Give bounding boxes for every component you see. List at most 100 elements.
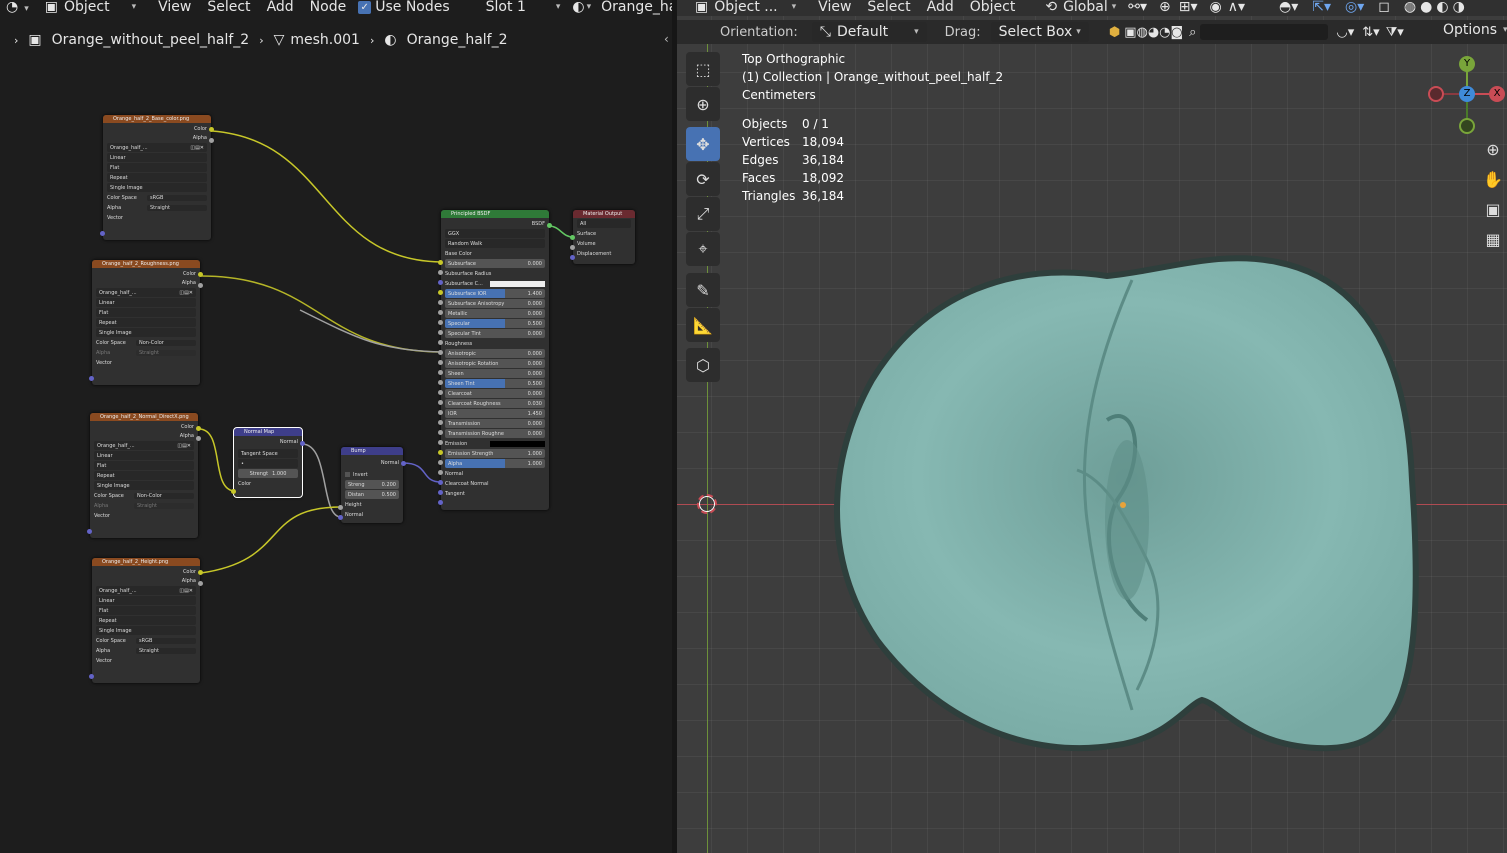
socket-color-in[interactable]	[231, 489, 236, 494]
bsdf-input-row[interactable]: Clearcoat Roughness 0.030	[445, 399, 545, 408]
transform-tool[interactable]: ⌖	[686, 232, 720, 266]
move-tool[interactable]: ✥	[686, 127, 720, 161]
source-select[interactable]: Single Image	[96, 626, 196, 635]
target-select[interactable]: All	[577, 219, 631, 228]
socket-displacement[interactable]	[570, 255, 575, 260]
interpolation-select[interactable]: Linear	[94, 451, 194, 460]
zoom-button[interactable]: ⊕	[1480, 136, 1506, 162]
projection-select[interactable]: Flat	[107, 163, 207, 172]
alpha-mode-select[interactable]: Straight	[147, 204, 207, 211]
bsdf-input-socket[interactable]	[438, 270, 443, 275]
bsdf-input-socket[interactable]	[438, 410, 443, 415]
extension-select[interactable]: Repeat	[96, 616, 196, 625]
node-material-output[interactable]: Material Output All Surface Volume Displ…	[570, 210, 635, 264]
gizmo-neg-x[interactable]	[1428, 86, 1444, 102]
bsdf-input-row[interactable]: Alpha 1.000	[445, 459, 545, 468]
bsdf-input-row[interactable]: Clearcoat 0.000	[445, 389, 545, 398]
projection-select[interactable]: Flat	[96, 606, 196, 615]
cursor-tool[interactable]: ⊕	[686, 87, 720, 121]
socket-vector[interactable]	[89, 376, 94, 381]
bsdf-input-row[interactable]: Metallic 0.000	[445, 309, 545, 318]
image-selector[interactable]: Orange_half_... ◫▤✕	[96, 288, 196, 297]
socket-normal-out[interactable]	[300, 441, 305, 446]
bsdf-input-socket[interactable]	[438, 440, 443, 445]
bsdf-input-row[interactable]: Emission Strength 1.000	[445, 449, 545, 458]
bsdf-input-socket[interactable]	[438, 400, 443, 405]
bsdf-input-socket[interactable]	[438, 260, 443, 265]
bsdf-input-socket[interactable]	[438, 310, 443, 315]
extension-select[interactable]: Repeat	[94, 471, 194, 480]
color-swatch[interactable]	[490, 440, 545, 447]
bsdf-input-socket[interactable]	[438, 420, 443, 425]
socket-volume[interactable]	[570, 245, 575, 250]
strength-field[interactable]: Strengt 1.000	[238, 469, 298, 478]
bsdf-input-row[interactable]: Subsurface 0.000	[445, 259, 545, 268]
add-cube-tool[interactable]: ⬡	[686, 348, 720, 382]
socket-bsdf-out[interactable]	[547, 223, 552, 228]
distribution-select[interactable]: GGX	[445, 229, 545, 238]
source-select[interactable]: Single Image	[107, 183, 207, 192]
bsdf-input-row[interactable]: Anisotropic 0.000	[445, 349, 545, 358]
socket-vector[interactable]	[87, 529, 92, 534]
socket-height-in[interactable]	[338, 505, 343, 510]
bsdf-input-socket[interactable]	[438, 380, 443, 385]
bsdf-input-socket[interactable]	[438, 320, 443, 325]
bsdf-input-row[interactable]: Subsurface IOR 1.400	[445, 289, 545, 298]
socket-vector[interactable]	[100, 231, 105, 236]
scale-tool[interactable]: ⤢	[686, 197, 720, 231]
bsdf-input-socket[interactable]	[438, 460, 443, 465]
bsdf-input-row[interactable]: Transmission 0.000	[445, 419, 545, 428]
3d-cursor-icon[interactable]	[697, 494, 717, 514]
socket-normal-in[interactable]	[338, 515, 343, 520]
socket-color[interactable]	[209, 127, 214, 132]
bsdf-input-socket[interactable]	[438, 300, 443, 305]
color-swatch[interactable]	[490, 280, 545, 287]
bsdf-input-socket[interactable]	[438, 340, 443, 345]
color-space-select[interactable]: sRGB	[147, 194, 207, 201]
node-height-texture[interactable]: Orange_half_2_Height.png Color Alpha Ora…	[89, 558, 203, 683]
uv-map-select[interactable]: •	[238, 459, 298, 468]
node-principled-bsdf[interactable]: Principled BSDF BSDF GGX Random Walk Bas…	[438, 210, 552, 510]
gizmo-neg-y[interactable]	[1459, 118, 1475, 134]
3d-viewport[interactable]: ▣ Object ... ▾ View Select Add Object ⟲ Glo…	[677, 0, 1507, 853]
pan-button[interactable]: ✋	[1480, 166, 1506, 192]
interpolation-select[interactable]: Linear	[96, 298, 196, 307]
socket-normal-out[interactable]	[401, 461, 406, 466]
gizmo-x[interactable]: X	[1489, 86, 1505, 102]
socket-alpha[interactable]	[209, 138, 214, 143]
bsdf-input-socket[interactable]	[438, 330, 443, 335]
bsdf-input-socket[interactable]	[438, 450, 443, 455]
extension-select[interactable]: Repeat	[107, 173, 207, 182]
bsdf-input-socket[interactable]	[438, 360, 443, 365]
socket-surface[interactable]	[570, 235, 575, 240]
distance-field[interactable]: Distan 0.500	[345, 490, 399, 499]
color-space-select[interactable]: sRGB	[136, 637, 196, 644]
measure-tool[interactable]: 📐	[686, 308, 720, 342]
bsdf-input-socket[interactable]	[438, 280, 443, 285]
perspective-toggle[interactable]: ▦	[1480, 226, 1506, 252]
bsdf-input-row[interactable]: Sheen 0.000	[445, 369, 545, 378]
navigation-gizmo[interactable]: Y Z X	[1427, 56, 1505, 134]
projection-select[interactable]: Flat	[96, 308, 196, 317]
image-selector[interactable]: Orange_half_... ◫▤✕	[107, 143, 207, 152]
node-roughness-texture[interactable]: Orange_half_2_Roughness.png Color Alpha …	[89, 260, 203, 385]
bsdf-input-socket[interactable]	[438, 290, 443, 295]
gizmo-z[interactable]: Z	[1459, 86, 1475, 102]
source-select[interactable]: Single Image	[96, 328, 196, 337]
node-base-color-texture[interactable]: Orange_half_2_Base_color.png Color Alpha…	[100, 115, 214, 240]
select-box-tool[interactable]: ⬚	[686, 52, 720, 86]
orange-half-mesh[interactable]	[677, 0, 1507, 853]
bsdf-input-row[interactable]: IOR 1.450	[445, 409, 545, 418]
camera-button[interactable]: ▣	[1480, 196, 1506, 222]
socket-color[interactable]	[198, 272, 203, 277]
bsdf-input-row[interactable]: Transmission Roughne 0.000	[445, 429, 545, 438]
space-select[interactable]: Tangent Space	[238, 449, 298, 458]
node-editor-panel[interactable]: ◔ ▾ ▣ Object ▾ View Select Add Node ✓ Use No…	[0, 0, 672, 853]
bsdf-input-socket[interactable]	[438, 430, 443, 435]
bsdf-input-row[interactable]: Sheen Tint 0.500	[445, 379, 545, 388]
gizmo-y[interactable]: Y	[1459, 56, 1475, 72]
bsdf-input-socket[interactable]	[438, 370, 443, 375]
rotate-tool[interactable]: ⟳	[686, 162, 720, 196]
bsdf-input-row[interactable]: Specular Tint 0.000	[445, 329, 545, 338]
source-select[interactable]: Single Image	[94, 481, 194, 490]
